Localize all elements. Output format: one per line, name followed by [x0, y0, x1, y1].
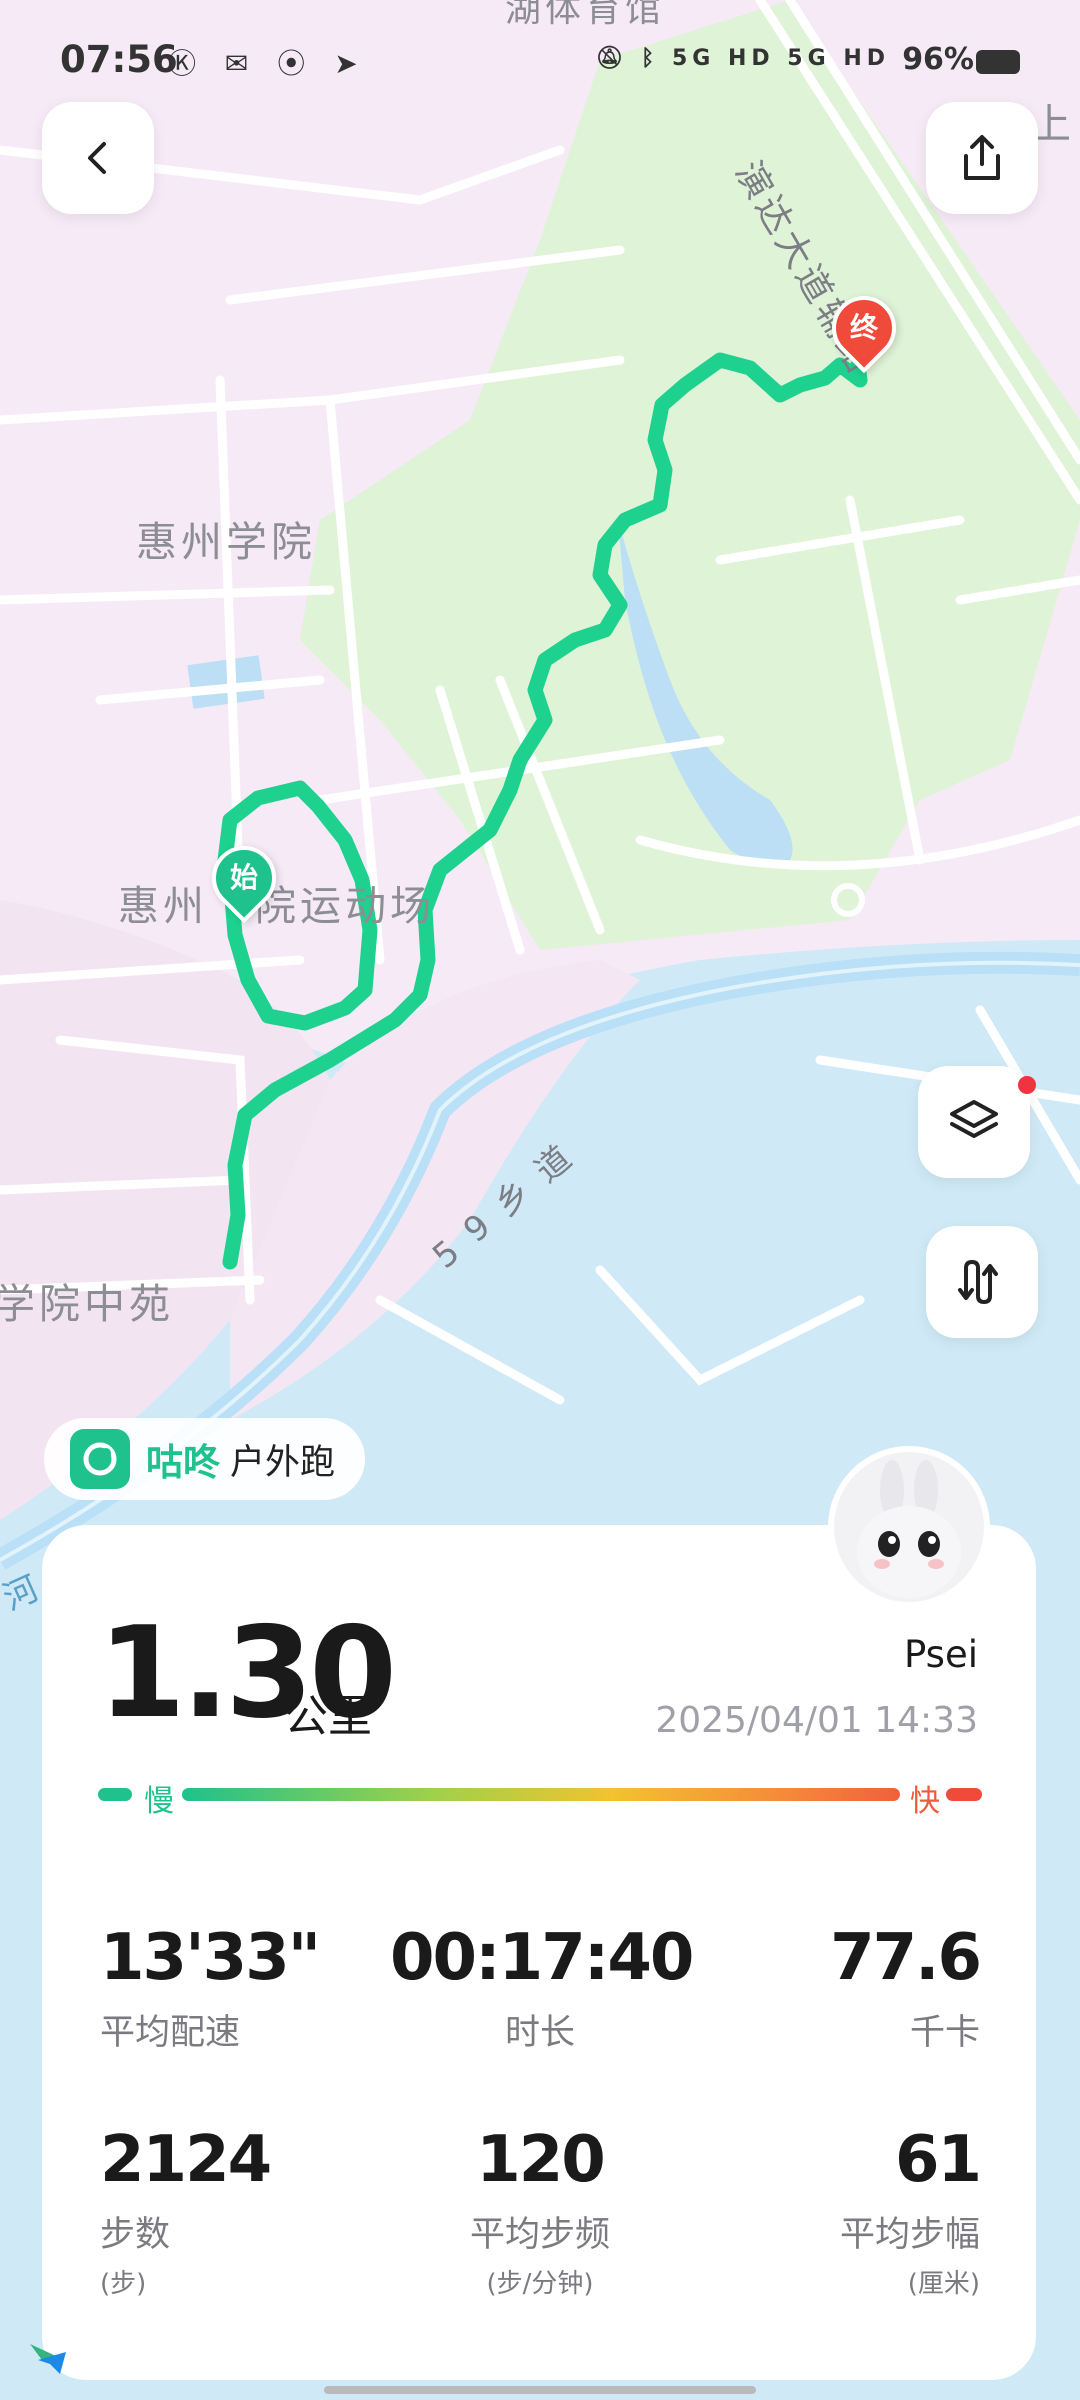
pace-fast-label: 快 — [910, 1784, 940, 1819]
stride-label: 平均步幅 — [839, 2215, 980, 2255]
back-button[interactable] — [42, 102, 154, 214]
battery-icon — [976, 50, 1020, 74]
steps-value: 2124 — [100, 2123, 272, 2197]
layers-icon — [950, 1100, 998, 1138]
activity-type: 户外跑 — [230, 1442, 336, 1483]
cadence-value: 120 — [476, 2123, 606, 2197]
pace-gradient-bar: 慢 快 — [98, 1776, 982, 1819]
map-label-sports-ground-b: 院运动场 — [255, 882, 435, 930]
duration-value: 00:17:40 — [390, 1921, 694, 1995]
wechat-icon: ✉ — [224, 47, 259, 80]
pace-bar-fast-cap — [946, 1788, 982, 1801]
avatar[interactable] — [828, 1446, 990, 1608]
stat-calories: 77.6 千卡 — [680, 1921, 982, 2055]
cadence-unit: (步/分钟) — [486, 2269, 594, 2299]
distance-unit: 公里 — [284, 1691, 372, 1742]
pace-slow-label: 慢 — [144, 1784, 174, 1819]
battery-percent: 96% — [902, 42, 974, 77]
stride-value: 61 — [894, 2123, 982, 2197]
map-label-university: 惠州学院 — [136, 518, 316, 566]
stat-pace: 13'33" 平均配速 — [100, 1926, 400, 2055]
cadence-label: 平均步频 — [469, 2215, 610, 2255]
codoon-logo-icon — [70, 1429, 130, 1489]
status-time: 07:56 — [60, 38, 178, 81]
activity-datetime: 2025/04/01 14:33 — [655, 1700, 978, 1741]
brand-name: 咕咚 — [146, 1441, 220, 1484]
mute-icon: 🔕︎ — [595, 46, 629, 71]
map-label-sports-ground-a: 惠州 — [118, 882, 208, 930]
share-button[interactable] — [926, 102, 1038, 214]
calories-label: 千卡 — [909, 2013, 980, 2053]
pace-bar-gradient — [182, 1788, 900, 1801]
end-marker-label: 终 — [849, 311, 878, 344]
pace-value: 13'33" — [100, 1921, 321, 1995]
calories-value: 77.6 — [830, 1921, 982, 1995]
map-label-top: 湖体育馆 — [505, 0, 666, 30]
status-bar: 07:56 Ⓚ ✉ ⦿ ➤ 🔕︎ ᛒ 5G HD 5G HD 96% — [0, 32, 1080, 92]
start-marker-label: 始 — [229, 861, 258, 894]
stat-stride: 61 平均步幅 (厘米) — [680, 2123, 982, 2300]
stride-unit: (厘米) — [907, 2269, 980, 2299]
stat-steps: 2124 步数 (步) — [100, 2128, 400, 2300]
hotspot-icon: ⦿ — [277, 47, 316, 80]
brand-pill: 咕咚 户外跑 — [44, 1418, 366, 1500]
chevron-left-icon — [88, 142, 106, 174]
home-indicator[interactable] — [324, 2386, 756, 2394]
bluetooth-icon: ᛒ — [641, 46, 660, 71]
map-layers-button[interactable] — [918, 1066, 1030, 1178]
route-icon — [958, 1259, 998, 1305]
bunny-avatar-icon — [857, 1460, 961, 1598]
duration-label: 时长 — [504, 2013, 575, 2053]
steps-label: 步数 — [100, 2215, 171, 2255]
route-replay-button[interactable] — [926, 1226, 1038, 1338]
bird-icon — [30, 2344, 66, 2374]
user-name: Psei — [904, 1633, 978, 1676]
share-icon — [964, 135, 1000, 180]
k-icon: Ⓚ — [168, 47, 207, 80]
stat-duration: 00:17:40 时长 — [390, 1921, 694, 2055]
map-label-garden: 学院中苑 — [0, 1280, 174, 1328]
steps-unit: (步) — [100, 2269, 147, 2299]
status-right-icons: 🔕︎ ᛒ 5G HD 5G HD — [595, 46, 890, 71]
signal-text: 5G HD 5G HD — [671, 46, 890, 71]
floating-app-icon[interactable] — [26, 2334, 70, 2378]
pace-bar-slow-cap — [98, 1788, 132, 1801]
stat-cadence: 120 平均步频 (步/分钟) — [390, 2128, 690, 2300]
telegram-icon: ➤ — [334, 47, 368, 80]
notification-dot — [1018, 1076, 1036, 1094]
pace-label: 平均配速 — [100, 2013, 241, 2053]
status-left-icons: Ⓚ ✉ ⦿ ➤ — [168, 42, 368, 82]
